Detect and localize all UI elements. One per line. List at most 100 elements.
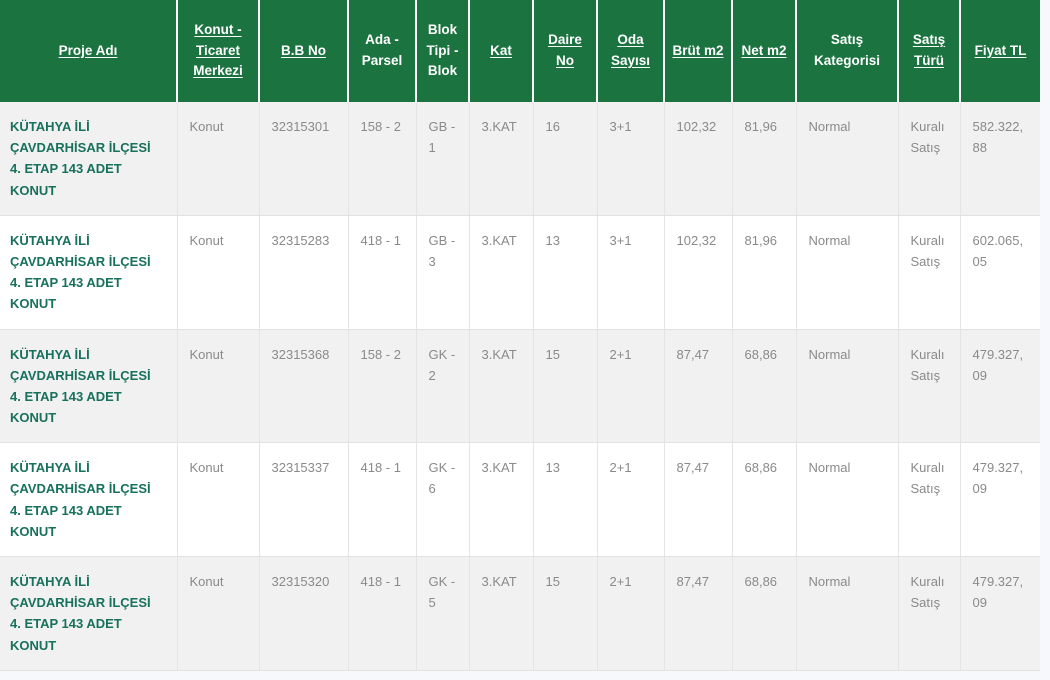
cell-net-m2: 81,96 (732, 215, 797, 330)
cell-ada-parsel: 418 - 1 (348, 556, 417, 671)
column-header-satis-turu[interactable]: Satış Türü (898, 0, 961, 102)
cell-oda-sayisi: 2+1 (597, 329, 665, 444)
cell-konut-ticaret-merkezi: Konut (177, 102, 260, 216)
cell-satis-kategorisi: Normal (796, 329, 899, 444)
cell-bb-no: 32315337 (259, 442, 349, 557)
cell-blok-tipi-blok: GK - 6 (416, 442, 470, 557)
column-header-brut-m2[interactable]: Brüt m2 (664, 0, 733, 102)
cell-kat: 3.KAT (469, 556, 534, 671)
table-row[interactable]: KÜTAHYA İLİ ÇAVDARHİSAR İLÇESİ 4. ETAP 1… (0, 442, 1040, 557)
cell-kat: 3.KAT (469, 215, 534, 330)
column-header-oda-sayisi[interactable]: Oda Sayısı (597, 0, 665, 102)
table-body: KÜTAHYA İLİ ÇAVDARHİSAR İLÇESİ 4. ETAP 1… (0, 102, 1040, 671)
column-header-label: Fiyat TL (974, 42, 1027, 58)
column-header-blok-tipi-blok: Blok Tipi - Blok (416, 0, 470, 102)
cell-kat: 3.KAT (469, 442, 534, 557)
column-header-proje-adi[interactable]: Proje Adı (0, 0, 178, 102)
column-header-label: Net m2 (741, 42, 787, 58)
column-header-bb-no[interactable]: B.B No (259, 0, 349, 102)
column-header-satis-kategorisi: Satış Kategorisi (796, 0, 899, 102)
cell-satis-kategorisi: Normal (796, 442, 899, 557)
cell-proje-adi: KÜTAHYA İLİ ÇAVDARHİSAR İLÇESİ 4. ETAP 1… (0, 442, 178, 557)
cell-konut-ticaret-merkezi: Konut (177, 329, 260, 444)
cell-kat: 3.KAT (469, 102, 534, 216)
table-header-row: Proje Adı Konut - Ticaret Merkezi B.B No Ad… (0, 0, 1040, 102)
cell-daire-no: 13 (533, 215, 598, 330)
cell-fiyat-tl: 479.327,09 (960, 442, 1040, 557)
cell-ada-parsel: 158 - 2 (348, 329, 417, 444)
cell-net-m2: 68,86 (732, 329, 797, 444)
cell-satis-turu: Kuralı Satış (898, 329, 961, 444)
cell-konut-ticaret-merkezi: Konut (177, 442, 260, 557)
cell-bb-no: 32315368 (259, 329, 349, 444)
cell-ada-parsel: 418 - 1 (348, 442, 417, 557)
cell-daire-no: 15 (533, 556, 598, 671)
column-header-label: Konut - Ticaret Merkezi (193, 21, 243, 79)
cell-satis-turu: Kuralı Satış (898, 215, 961, 330)
column-header-label: Satış Türü (912, 32, 946, 68)
cell-oda-sayisi: 2+1 (597, 442, 665, 557)
cell-oda-sayisi: 2+1 (597, 556, 665, 671)
column-header-label: Proje Adı (58, 42, 118, 58)
column-header-daire-no[interactable]: Daire No (533, 0, 598, 102)
cell-fiyat-tl: 479.327,09 (960, 329, 1040, 444)
cell-fiyat-tl: 602.065,05 (960, 215, 1040, 330)
column-header-fiyat-tl[interactable]: Fiyat TL (960, 0, 1040, 102)
cell-fiyat-tl: 479.327,09 (960, 556, 1040, 671)
cell-daire-no: 15 (533, 329, 598, 444)
column-header-ada-parsel: Ada - Parsel (348, 0, 417, 102)
cell-konut-ticaret-merkezi: Konut (177, 215, 260, 330)
listing-table-container: Proje Adı Konut - Ticaret Merkezi B.B No Ad… (0, 0, 1040, 671)
cell-blok-tipi-blok: GB - 3 (416, 215, 470, 330)
cell-net-m2: 68,86 (732, 556, 797, 671)
cell-satis-kategorisi: Normal (796, 102, 899, 216)
cell-proje-adi: KÜTAHYA İLİ ÇAVDARHİSAR İLÇESİ 4. ETAP 1… (0, 556, 178, 671)
cell-satis-turu: Kuralı Satış (898, 556, 961, 671)
column-header-net-m2[interactable]: Net m2 (732, 0, 797, 102)
cell-proje-adi: KÜTAHYA İLİ ÇAVDARHİSAR İLÇESİ 4. ETAP 1… (0, 329, 178, 444)
cell-bb-no: 32315320 (259, 556, 349, 671)
cell-brut-m2: 87,47 (664, 329, 733, 444)
column-header-label: Oda Sayısı (610, 32, 651, 68)
cell-oda-sayisi: 3+1 (597, 102, 665, 216)
column-header-kat[interactable]: Kat (469, 0, 534, 102)
cell-bb-no: 32315283 (259, 215, 349, 330)
property-listing-table: Proje Adı Konut - Ticaret Merkezi B.B No Ad… (0, 0, 1040, 671)
table-row[interactable]: KÜTAHYA İLİ ÇAVDARHİSAR İLÇESİ 4. ETAP 1… (0, 329, 1040, 444)
column-header-label: Blok Tipi - Blok (426, 21, 459, 79)
cell-brut-m2: 87,47 (664, 442, 733, 557)
cell-kat: 3.KAT (469, 329, 534, 444)
column-header-label: B.B No (281, 42, 326, 58)
cell-satis-turu: Kuralı Satış (898, 442, 961, 557)
column-header-label: Ada - Parsel (361, 32, 403, 68)
cell-daire-no: 16 (533, 102, 598, 216)
cell-satis-kategorisi: Normal (796, 556, 899, 671)
cell-proje-adi: KÜTAHYA İLİ ÇAVDARHİSAR İLÇESİ 4. ETAP 1… (0, 215, 178, 330)
cell-blok-tipi-blok: GK - 5 (416, 556, 470, 671)
cell-konut-ticaret-merkezi: Konut (177, 556, 260, 671)
column-header-label: Satış Kategorisi (813, 32, 881, 68)
table-row[interactable]: KÜTAHYA İLİ ÇAVDARHİSAR İLÇESİ 4. ETAP 1… (0, 102, 1040, 216)
table-row[interactable]: KÜTAHYA İLİ ÇAVDARHİSAR İLÇESİ 4. ETAP 1… (0, 215, 1040, 330)
table-header: Proje Adı Konut - Ticaret Merkezi B.B No Ad… (0, 0, 1040, 102)
cell-fiyat-tl: 582.322,88 (960, 102, 1040, 216)
column-header-label: Daire No (548, 32, 582, 68)
column-header-label: Brüt m2 (672, 42, 724, 58)
table-row[interactable]: KÜTAHYA İLİ ÇAVDARHİSAR İLÇESİ 4. ETAP 1… (0, 556, 1040, 671)
cell-brut-m2: 102,32 (664, 215, 733, 330)
cell-bb-no: 32315301 (259, 102, 349, 216)
cell-proje-adi: KÜTAHYA İLİ ÇAVDARHİSAR İLÇESİ 4. ETAP 1… (0, 102, 178, 216)
column-header-konut-ticaret-merkezi[interactable]: Konut - Ticaret Merkezi (177, 0, 260, 102)
cell-blok-tipi-blok: GB - 1 (416, 102, 470, 216)
cell-net-m2: 81,96 (732, 102, 797, 216)
cell-net-m2: 68,86 (732, 442, 797, 557)
cell-brut-m2: 87,47 (664, 556, 733, 671)
cell-blok-tipi-blok: GK - 2 (416, 329, 470, 444)
column-header-label: Kat (490, 42, 512, 58)
cell-satis-turu: Kuralı Satış (898, 102, 961, 216)
cell-oda-sayisi: 3+1 (597, 215, 665, 330)
cell-ada-parsel: 418 - 1 (348, 215, 417, 330)
cell-daire-no: 13 (533, 442, 598, 557)
cell-satis-kategorisi: Normal (796, 215, 899, 330)
cell-ada-parsel: 158 - 2 (348, 102, 417, 216)
